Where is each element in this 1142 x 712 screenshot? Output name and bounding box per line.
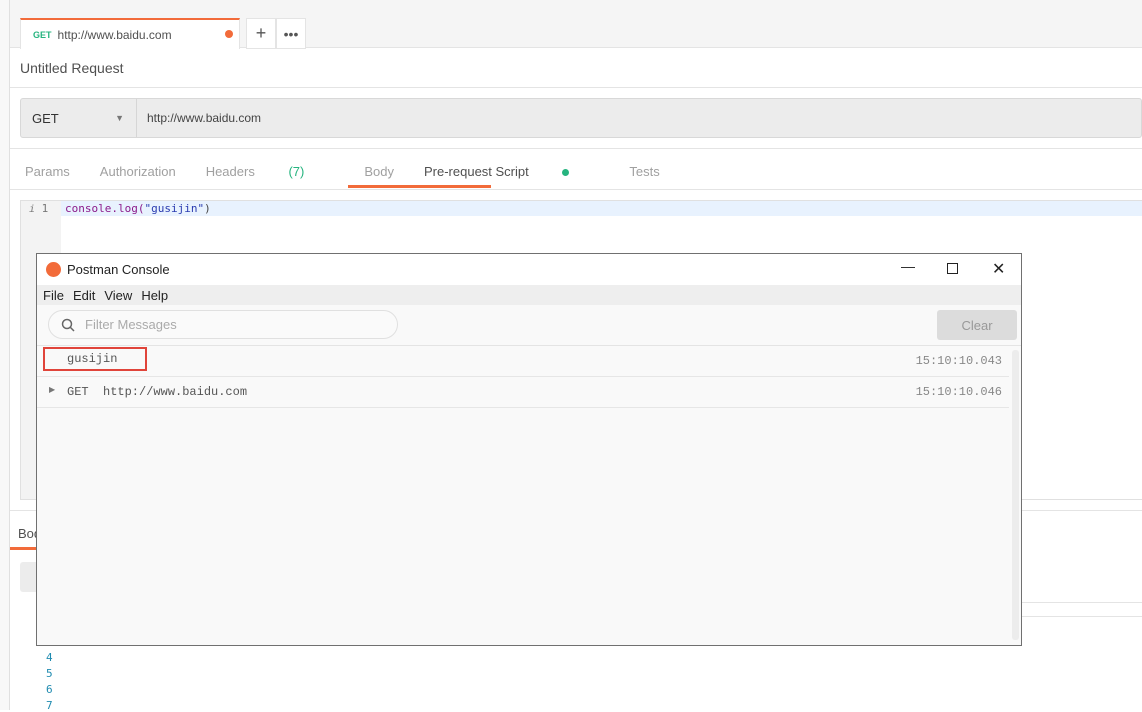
menu-edit[interactable]: Edit [73,288,95,303]
tab-url: http://www.baidu.com [57,27,172,42]
tab-headers[interactable]: Headers (7) [206,164,335,179]
request-bar: GET ▼ http://www.baidu.com [20,98,1142,138]
expand-triangle-icon[interactable]: ▶ [49,385,55,395]
code-line: console.log("gusijin") [65,202,211,215]
menu-file[interactable]: File [43,288,64,303]
line-number: 7 [46,699,53,712]
tab-headers-label: Headers [205,164,255,179]
clear-button[interactable]: Clear [937,310,1017,340]
tab-tests[interactable]: Tests [629,164,659,179]
tab-method: GET [33,29,52,40]
log-text: GET http://www.baidu.com [67,385,248,399]
request-tab[interactable]: GET http://www.baidu.com [20,18,240,49]
log-timestamp: 15:10:10.043 [915,354,1002,368]
maximize-icon[interactable] [947,263,958,274]
code-string: "gusijin" [144,202,205,215]
log-text: gusijin [67,352,118,366]
tab-pre-request-script[interactable]: Pre-request Script [424,164,599,179]
search-icon [61,318,75,332]
more-options-icon[interactable]: ••• [276,18,306,49]
line-number-value: 1 [41,202,49,215]
filter-messages-input[interactable]: Filter Messages [48,310,398,339]
divider [1022,616,1142,617]
divider [10,189,1142,190]
log-row[interactable]: ▶ GET http://www.baidu.com 15:10:10.046 [37,377,1009,408]
code-fn: console.log( [65,202,145,215]
log-timestamp: 15:10:10.046 [915,385,1002,399]
divider [1022,602,1142,603]
method-select[interactable]: GET ▼ [21,99,137,137]
sidebar [0,0,10,710]
tab-body[interactable]: Body [364,164,394,179]
method-label: GET [32,110,59,126]
minimize-icon[interactable]: — [901,258,915,274]
postman-logo-icon [46,262,61,277]
unsaved-dot-icon [225,30,233,38]
new-tab-plus-icon[interactable]: + [246,18,276,49]
info-icon: i [29,204,36,215]
close-icon[interactable]: ✕ [992,259,1005,279]
menu-view[interactable]: View [104,288,132,303]
url-input[interactable]: http://www.baidu.com [137,111,261,125]
menu-bar: File Edit View Help [37,285,1021,305]
log-row[interactable]: gusijin 15:10:10.043 [37,346,1009,377]
line-number: 5 [46,667,53,680]
scrollbar[interactable] [1012,350,1019,640]
tab-script-label: Pre-request Script [423,164,529,179]
line-number: 6 [46,683,53,696]
chevron-down-icon: ▼ [115,113,124,123]
headers-count: (7) [288,164,305,179]
menu-help[interactable]: Help [141,288,168,303]
tab-params[interactable]: Params [25,164,70,179]
tab-authorization[interactable]: Authorization [100,164,176,179]
line-number: 4 [46,651,53,664]
console-titlebar: Postman Console — ✕ [37,254,1021,285]
divider [10,148,1142,149]
active-dot-icon [562,169,570,176]
filter-placeholder: Filter Messages [85,317,177,332]
request-tabs: Params Authorization Headers (7) Body Pr… [25,164,690,179]
line-number: i 1 [29,202,48,215]
console-title: Postman Console [67,262,170,277]
request-title: Untitled Request [20,60,124,76]
code-end: ) [204,202,211,215]
divider [10,87,1142,88]
postman-console-window: Postman Console — ✕ File Edit View Help … [36,253,1022,646]
active-tab-underline [348,185,491,188]
